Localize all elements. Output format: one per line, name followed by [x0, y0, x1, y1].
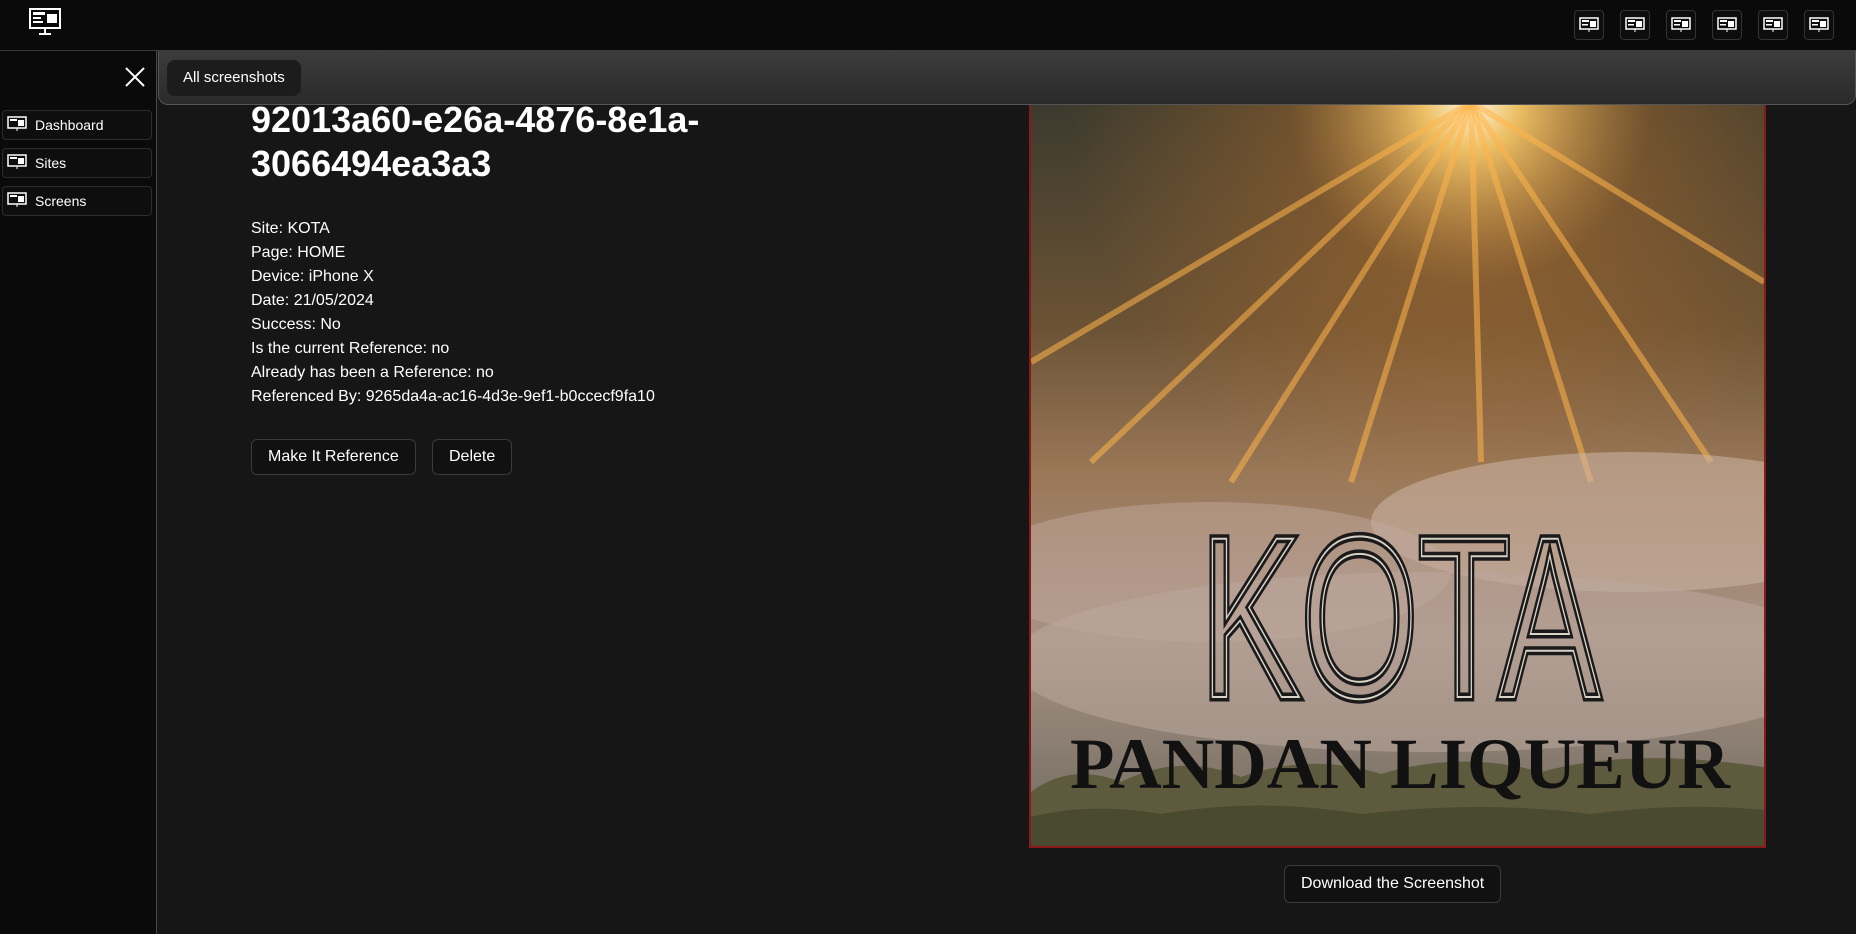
monitor-icon[interactable]: [1712, 10, 1742, 40]
detail-date: Date: 21/05/2024: [251, 292, 374, 309]
sidebar-nav: Dashboard Sites Screens: [2, 110, 152, 224]
top-actions: [1574, 10, 1834, 40]
monitor-icon: [7, 191, 27, 211]
delete-button[interactable]: Delete: [432, 439, 513, 475]
sidebar-item-label: Dashboard: [35, 117, 104, 133]
sidebar-item-screens[interactable]: Screens: [2, 186, 152, 216]
monitor-icon[interactable]: [1574, 10, 1604, 40]
monitor-icon[interactable]: [1758, 10, 1788, 40]
sidebar-item-dashboard[interactable]: Dashboard: [2, 110, 152, 140]
sidebar: Dashboard Sites Screens: [0, 51, 157, 934]
monitor-icon[interactable]: [1666, 10, 1696, 40]
sidebar-item-label: Screens: [35, 193, 87, 209]
detail-success: Success: No: [251, 316, 341, 333]
sidebar-item-label: Sites: [35, 155, 67, 171]
monitor-icon: [7, 153, 27, 173]
monitor-icon: [7, 115, 27, 135]
monitor-icon[interactable]: [1620, 10, 1650, 40]
detail-is-reference: Is the current Reference: no: [251, 340, 450, 357]
sidebar-item-sites[interactable]: Sites: [2, 148, 152, 178]
all-screenshots-button[interactable]: All screenshots: [167, 60, 301, 96]
screenshot-toolbar: All screenshots: [158, 51, 1856, 105]
monitor-icon[interactable]: [29, 8, 61, 36]
detail-page: Page: HOME: [251, 244, 346, 261]
image-tagline-text: PANDAN LIQUEUR: [1070, 724, 1731, 804]
download-screenshot-button[interactable]: Download the Screenshot: [1284, 865, 1502, 903]
image-brand-text-inner: KOTA: [1200, 489, 1600, 746]
screenshot-id-part-2: 3066494ea3a3: [251, 143, 492, 184]
detail-device: Device: iPhone X: [251, 268, 374, 285]
make-reference-button[interactable]: Make It Reference: [251, 439, 416, 475]
screenshot-preview: KOTA KOTA PANDAN LIQUEUR: [1029, 100, 1766, 848]
monitor-icon[interactable]: [1804, 10, 1834, 40]
page-title: 92013a60-e26a-4876-8e1a- 3066494ea3a3: [251, 98, 811, 186]
detail-referenced-by: Referenced By: 9265da4a-ac16-4d3e-9ef1-b…: [251, 388, 655, 405]
screenshot-details: Site: KOTA Page: HOME Device: iPhone X D…: [251, 217, 655, 409]
screenshot-image: KOTA KOTA PANDAN LIQUEUR: [1031, 102, 1764, 846]
close-icon[interactable]: [122, 64, 148, 90]
detail-was-reference: Already has been a Reference: no: [251, 364, 494, 381]
top-bar: [0, 0, 1856, 51]
detail-site: Site: KOTA: [251, 220, 330, 237]
screenshot-id-part-1: 92013a60-e26a-4876-8e1a-: [251, 99, 700, 140]
